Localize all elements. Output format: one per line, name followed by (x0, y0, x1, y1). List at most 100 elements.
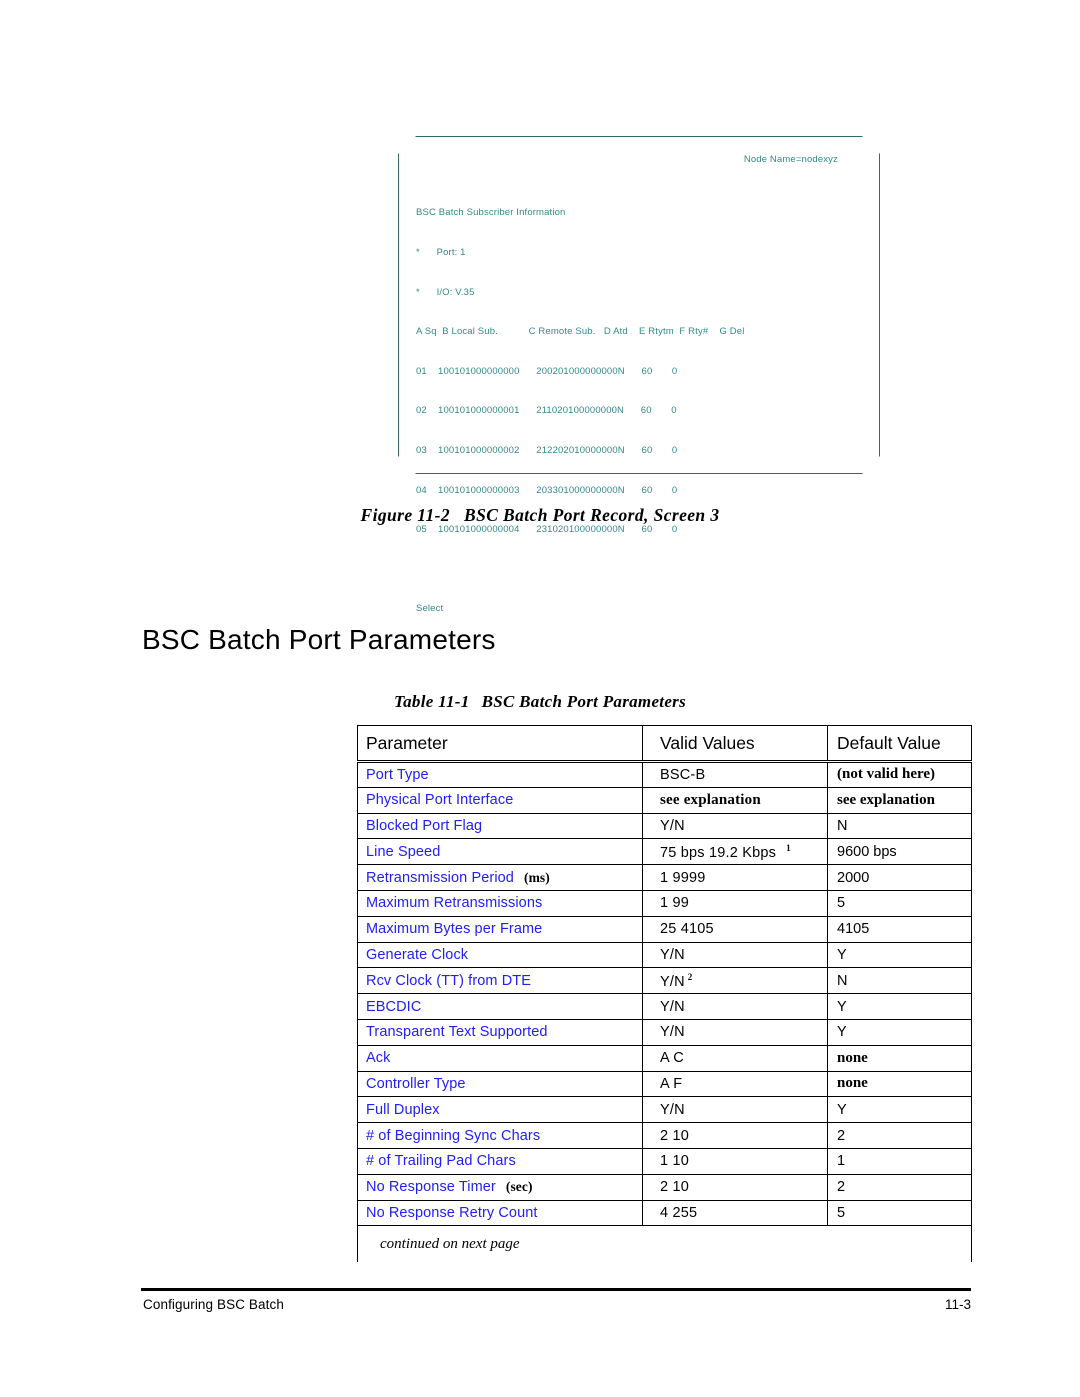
default-value-cell: N (827, 967, 972, 995)
parameter-name: Transparent Text Supported (366, 1024, 548, 1041)
parameter-name-cell[interactable]: Rcv Clock (TT) from DTE (357, 967, 643, 995)
default-value-cell: 9600 bps (827, 838, 972, 866)
valid-values-cell: Y/N (642, 813, 828, 840)
valid-values-cell: Y/N (642, 993, 828, 1020)
terminal-column-header: A Sq B Local Sub. C Remote Sub. D Atd E … (416, 326, 745, 338)
terminal-node-name: Node Name=nodexyz (743, 154, 838, 165)
default-value-cell: none (827, 1071, 972, 1098)
parameter-name: Blocked Port Flag (366, 817, 483, 834)
parameter-name: Ack (366, 1050, 391, 1067)
table-row: Retransmission Period (ms) 1 9999 2000 (357, 864, 972, 891)
valid-values: Y/N (660, 1024, 685, 1041)
valid-values: 4 255 (660, 1204, 698, 1221)
parameter-name-cell[interactable]: No Response Timer (sec) (357, 1174, 643, 1201)
terminal-body: BSC Batch Subscriber Information * Port:… (416, 180, 744, 642)
parameter-name-cell[interactable]: EBCDIC (357, 993, 643, 1020)
table-row: Generate Clock Y/N Y (357, 942, 972, 969)
parameter-name: # of Trailing Pad Chars (366, 1153, 516, 1170)
parameter-name-cell[interactable]: Maximum Retransmissions (357, 890, 643, 917)
valid-values-cell: Y/N (642, 1096, 828, 1124)
valid-values: 1 10 (660, 1153, 690, 1170)
figure-caption-number: Figure 11-2 (360, 505, 450, 525)
default-value-cell: see explanation (827, 787, 972, 814)
default-value: none (837, 1075, 868, 1092)
valid-values-cell: A F (642, 1071, 828, 1098)
valid-values-cell: BSC-B (642, 761, 828, 788)
table-continued-row: continued on next page (357, 1225, 972, 1262)
default-value: Y (837, 998, 847, 1015)
footer-page-number: 11-3 (944, 1297, 971, 1312)
valid-values-cell: 4 255 (642, 1200, 828, 1227)
valid-values: A F (660, 1075, 683, 1092)
valid-values-cell: see explanation (642, 787, 828, 814)
valid-values-cell: 2 10 (642, 1174, 828, 1201)
table-row: Blocked Port Flag Y/N N (357, 813, 972, 840)
column-header-parameter: Parameter (357, 725, 643, 763)
terminal-prompt: Select (416, 603, 444, 615)
valid-values-cell: A C (642, 1045, 828, 1072)
default-value: N (837, 972, 848, 989)
parameter-name-cell[interactable]: Maximum Bytes per Frame (357, 916, 643, 943)
default-value: 1 (837, 1153, 846, 1170)
table-row: # of Trailing Pad Chars 1 10 1 (357, 1148, 972, 1175)
valid-values-cell: 1 99 (642, 890, 828, 917)
valid-values: A C (660, 1050, 684, 1067)
parameter-name-cell[interactable]: # of Beginning Sync Chars (357, 1122, 643, 1149)
default-value-cell: Y (827, 993, 972, 1020)
valid-values: Y/N (660, 817, 685, 834)
parameter-name-cell[interactable]: Transparent Text Supported (357, 1019, 643, 1046)
terminal-field-io: * I/O: V.35 (416, 286, 475, 298)
parameter-name-cell[interactable]: Generate Clock (357, 942, 643, 969)
table-row: Transparent Text Supported Y/N Y (357, 1019, 972, 1046)
parameters-table-container: Parameter Valid Values Default Value Por… (357, 725, 972, 1262)
parameter-unit: (sec) (505, 1179, 533, 1195)
table-header: Parameter Valid Values Default Value (357, 725, 972, 763)
terminal-screen-figure: Node Name=nodexyz BSC Batch Subscriber I… (398, 136, 880, 614)
figure-caption-title: BSC Batch Port Record, Screen 3 (464, 505, 720, 525)
default-value: see explanation (837, 791, 935, 808)
parameter-name-cell[interactable]: # of Trailing Pad Chars (357, 1148, 643, 1175)
terminal-spacer (416, 563, 744, 576)
valid-values-cell: 1 9999 (642, 864, 828, 891)
table-row: # of Beginning Sync Chars 2 10 2 (357, 1122, 972, 1149)
parameter-unit: (ms) (523, 869, 550, 885)
valid-values: Y/N (660, 946, 685, 963)
parameter-name: Physical Port Interface (366, 792, 514, 809)
terminal-row: 01 100101000000000 200201000000000N 60 0 (416, 365, 678, 377)
valid-values: BSC-B (660, 766, 706, 783)
column-header-valid-values: Valid Values (642, 725, 828, 763)
table-caption-number: Table 11-1 (393, 692, 470, 711)
footnote-marker: 2 (687, 971, 693, 982)
parameter-name-cell[interactable]: Port Type (357, 761, 643, 788)
default-value: 2 (837, 1179, 846, 1196)
parameter-name-cell[interactable]: No Response Retry Count (357, 1200, 643, 1227)
valid-values: Y/N (660, 998, 685, 1015)
table-continued-note: continued on next page (357, 1225, 972, 1262)
terminal-row: 03 100101000000002 212202010000000N 60 0 (416, 444, 678, 456)
parameters-table: Parameter Valid Values Default Value Por… (357, 725, 972, 1262)
terminal-title: BSC Batch Subscriber Information (416, 207, 566, 219)
default-value-cell: Y (827, 942, 972, 969)
parameter-name-cell[interactable]: Ack (357, 1045, 643, 1072)
valid-values-cell: 25 4105 (642, 916, 828, 943)
table-row: Physical Port Interface see explanation se… (357, 787, 972, 814)
parameter-name-cell[interactable]: Blocked Port Flag (357, 813, 643, 840)
default-value-cell: 2 (827, 1122, 972, 1149)
column-header-default-value: Default Value (827, 725, 972, 763)
parameter-name: Maximum Retransmissions (366, 895, 543, 912)
parameter-name: No Response Timer (366, 1179, 496, 1196)
valid-values: 25 4105 (660, 921, 714, 938)
parameter-name-cell[interactable]: Full Duplex (357, 1096, 643, 1124)
default-value: 9600 bps (837, 843, 897, 860)
valid-values-cell: Y/N (642, 942, 828, 969)
table-row: EBCDIC Y/N Y (357, 993, 972, 1020)
parameter-name-cell[interactable]: Controller Type (357, 1071, 643, 1098)
table-row: Maximum Bytes per Frame 25 4105 4105 (357, 916, 972, 943)
table-body: Port Type BSC-B (not valid here) Physical P… (357, 761, 972, 1262)
parameter-name-cell[interactable]: Physical Port Interface (357, 787, 643, 814)
parameter-name-cell[interactable]: Line Speed (357, 838, 643, 866)
valid-values: 2 10 (660, 1179, 690, 1196)
parameter-name-cell[interactable]: Retransmission Period (ms) (357, 864, 643, 891)
valid-values: 1 99 (660, 895, 690, 912)
default-value: 2000 (837, 869, 870, 886)
